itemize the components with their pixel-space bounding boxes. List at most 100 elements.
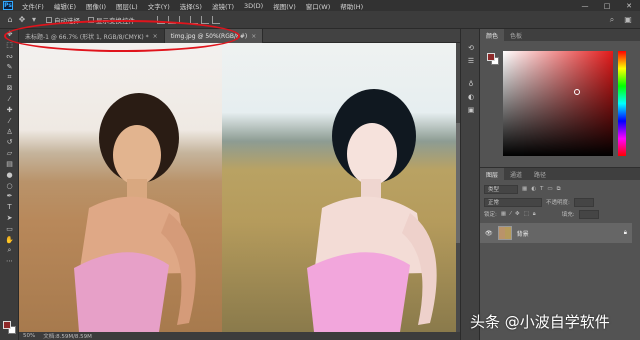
- zoom-level[interactable]: 50%: [23, 333, 35, 339]
- menu-select[interactable]: 选择(S): [175, 1, 207, 11]
- menu-image[interactable]: 图像(I): [81, 1, 111, 11]
- tab-color[interactable]: 颜色: [480, 29, 505, 41]
- document-size[interactable]: 文档:8.59M/8.59M: [43, 332, 92, 340]
- visibility-eye-icon[interactable]: 👁︎: [485, 230, 493, 237]
- lock-pixels-icon[interactable]: ▦: [501, 211, 506, 217]
- lock-move-icon[interactable]: ✥: [515, 211, 520, 217]
- portrait-before: [74, 93, 196, 332]
- layer-filter-row: 类型 ▦ ◐ T ▭ ⧉: [484, 184, 561, 194]
- crop-tool-icon[interactable]: ⌗: [0, 72, 19, 83]
- pen-tool-icon[interactable]: ✒: [0, 191, 19, 202]
- layer-thumbnail: [497, 226, 512, 240]
- move-tool-preset-icon[interactable]: ✥: [16, 14, 28, 26]
- menu-type[interactable]: 文字(Y): [143, 1, 175, 11]
- libraries-icon[interactable]: ▣: [461, 103, 481, 116]
- layers-panel-tabs: 图层 通道 路径: [480, 168, 640, 180]
- photoshop-window: Ps 文件(F) 编辑(E) 图像(I) 图层(L) 文字(Y) 选择(S) 滤…: [0, 0, 640, 340]
- foreground-color-swatch[interactable]: [3, 321, 11, 329]
- close-tab-icon[interactable]: ×: [251, 33, 256, 40]
- shape-tool-icon[interactable]: ▭: [0, 223, 19, 234]
- annotation-ellipse: [4, 20, 240, 52]
- zoom-tool-icon[interactable]: ⌕: [0, 245, 19, 256]
- opacity-label: 不透明度:: [546, 200, 570, 206]
- blend-mode-select[interactable]: 正常: [484, 197, 542, 207]
- lock-all-icon[interactable]: 🔒︎: [533, 211, 536, 218]
- watermark: 头条 @小波自学软件: [470, 313, 610, 331]
- color-panel-tabs: 颜色 色板: [480, 29, 640, 41]
- tab-swatches[interactable]: 色板: [504, 29, 528, 41]
- menu-layer[interactable]: 图层(L): [111, 1, 143, 11]
- menu-filter[interactable]: 滤镜(T): [207, 1, 239, 11]
- light-bulb-icon[interactable]: ♁: [461, 77, 481, 90]
- menu-view[interactable]: 视图(V): [268, 1, 301, 11]
- menu-3d[interactable]: 3D(D): [239, 2, 268, 10]
- lock-brush-icon[interactable]: ⁄: [510, 211, 511, 217]
- quick-select-tool-icon[interactable]: ✎: [0, 61, 19, 72]
- lock-artboard-icon[interactable]: ⬚: [524, 211, 529, 217]
- path-select-tool-icon[interactable]: ➤: [0, 213, 19, 224]
- lock-row: 锁定: ▦ ⁄ ✥ ⬚ 🔒︎ 填充:: [484, 209, 599, 219]
- photo-before-after: [19, 43, 456, 332]
- layer-kind-select[interactable]: 类型: [484, 184, 518, 194]
- menu-help[interactable]: 帮助(H): [335, 1, 368, 11]
- color-picker-field[interactable]: [503, 51, 613, 156]
- photo-after: [222, 43, 456, 332]
- auto-select-checkbox[interactable]: [46, 16, 52, 23]
- filter-smart-icon[interactable]: ⧉: [557, 186, 561, 193]
- eraser-tool-icon[interactable]: ▱: [0, 148, 19, 159]
- brush-tool-icon[interactable]: ⁄: [0, 115, 19, 126]
- tab-channels[interactable]: 通道: [504, 168, 528, 180]
- blur-tool-icon[interactable]: ●: [0, 169, 19, 180]
- layer-name[interactable]: 背景: [517, 229, 529, 238]
- align-right-icon[interactable]: [212, 15, 220, 24]
- gradient-tool-icon[interactable]: ▤: [0, 159, 19, 170]
- layer-row-background[interactable]: 👁︎ 背景 🔒︎: [480, 223, 632, 243]
- hue-slider[interactable]: [618, 51, 626, 156]
- panel-icon-strip: ⟲ ☰ ♁ ◐ ▣: [460, 29, 480, 340]
- tab-paths[interactable]: 路径: [528, 168, 552, 180]
- color-panel: 颜色 色板: [480, 29, 640, 164]
- menu-window[interactable]: 窗口(W): [301, 1, 336, 11]
- minimize-button[interactable]: —: [574, 0, 596, 11]
- photoshop-logo-icon: Ps: [3, 1, 13, 10]
- document-canvas[interactable]: [19, 43, 460, 332]
- clone-stamp-tool-icon[interactable]: ♙: [0, 126, 19, 137]
- opacity-field[interactable]: [573, 197, 594, 207]
- photo-before: [19, 43, 222, 332]
- dodge-tool-icon[interactable]: ○: [0, 180, 19, 191]
- adjustments-icon[interactable]: ◐: [461, 90, 481, 103]
- color-picker-handle[interactable]: [574, 89, 580, 95]
- fill-field[interactable]: [578, 209, 599, 219]
- history-brush-tool-icon[interactable]: ↺: [0, 137, 19, 148]
- blend-row: 正常 不透明度:: [484, 197, 594, 207]
- eyedropper-tool-icon[interactable]: ⁄: [0, 94, 19, 105]
- workspace-icon[interactable]: ▣: [622, 14, 634, 26]
- filter-type-icon[interactable]: T: [540, 186, 543, 192]
- portrait-after: [307, 89, 437, 332]
- close-button[interactable]: ✕: [618, 0, 640, 11]
- fill-label: 填充:: [561, 212, 575, 218]
- menu-file[interactable]: 文件(F): [17, 1, 49, 11]
- healing-brush-tool-icon[interactable]: ✚: [0, 105, 19, 116]
- filter-shape-icon[interactable]: ▭: [547, 186, 552, 192]
- menu-edit[interactable]: 编辑(E): [49, 1, 81, 11]
- status-bar: 50% 文档:8.59M/8.59M: [19, 332, 460, 340]
- hand-tool-icon[interactable]: ✋: [0, 234, 19, 245]
- frame-tool-icon[interactable]: ⊠: [0, 83, 19, 94]
- properties-icon[interactable]: ☰: [461, 54, 481, 67]
- mini-foreground-swatch[interactable]: [487, 53, 495, 61]
- maximize-button[interactable]: □: [596, 0, 618, 11]
- tools-panel: ✥ ⬚ ᔓ ✎ ⌗ ⊠ ⁄ ✚ ⁄ ♙ ↺ ▱ ▤ ● ○ ✒ T ➤ ▭ ✋ …: [0, 29, 19, 340]
- align-center-icon[interactable]: [201, 15, 209, 24]
- history-icon[interactable]: ⟲: [461, 41, 481, 54]
- search-icon[interactable]: ⌕: [606, 14, 618, 26]
- lasso-tool-icon[interactable]: ᔓ: [0, 51, 19, 62]
- type-tool-icon[interactable]: T: [0, 202, 19, 213]
- layer-lock-icon: 🔒︎: [623, 229, 627, 236]
- more-tools-icon[interactable]: ⋯: [0, 256, 19, 267]
- filter-adjust-icon[interactable]: ◐: [531, 186, 536, 192]
- tab-layers[interactable]: 图层: [480, 168, 505, 180]
- right-panels: 颜色 色板 图层 通道 路径 类型 ▦ ◐ T ▭ ⧉ 正常 不透明度: 锁定:…: [480, 29, 640, 340]
- home-icon[interactable]: ⌂: [4, 14, 16, 26]
- filter-pixel-icon[interactable]: ▦: [522, 186, 527, 192]
